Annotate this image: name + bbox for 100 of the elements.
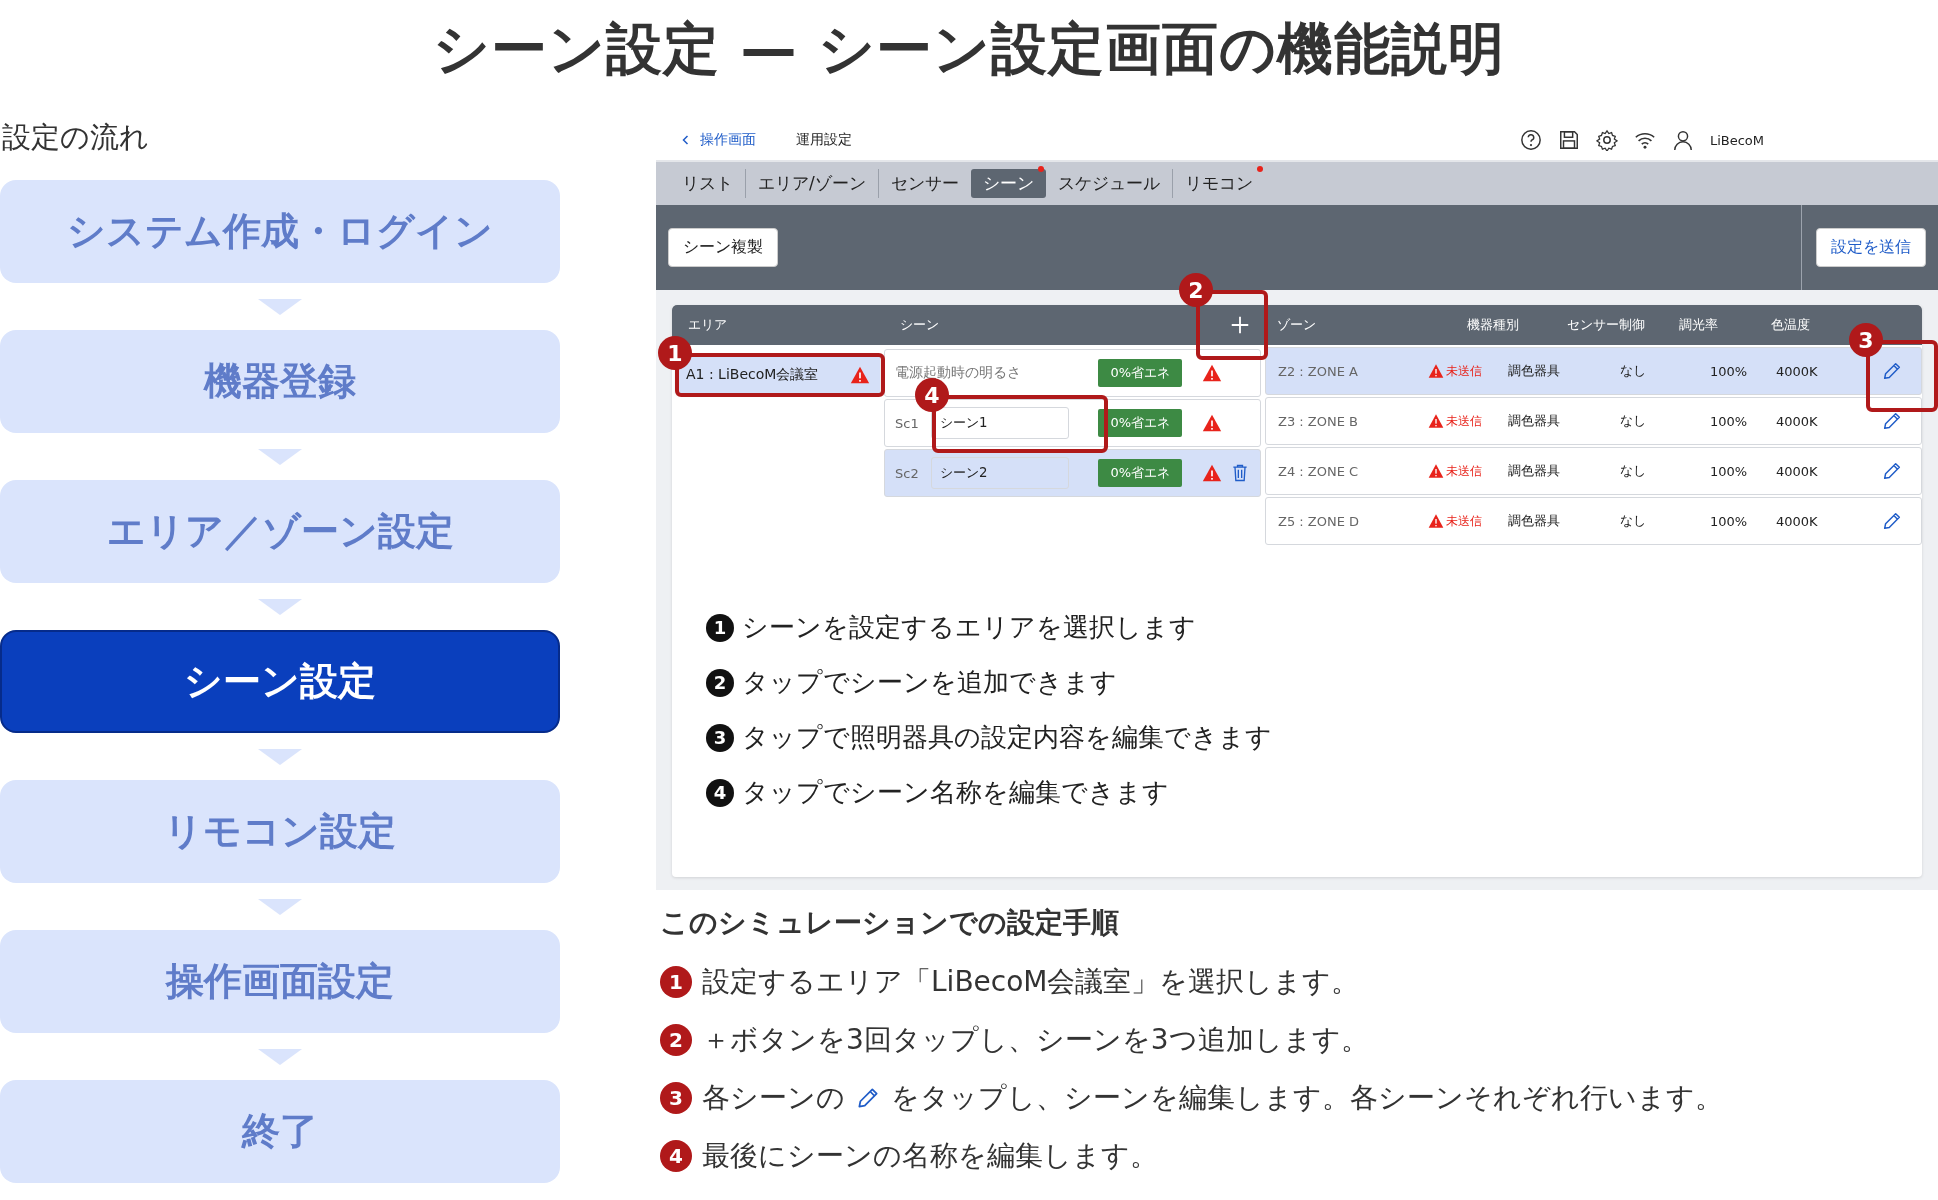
column-header: シーン (899, 316, 939, 334)
flow-step: 機器登録 (0, 330, 560, 433)
scene-row[interactable]: Sc2 シーン2 0%省エネ (884, 449, 1261, 497)
zone-row[interactable]: Z4 : ZONE C 未送信 調色器具 なし 100% 4000K (1265, 447, 1922, 495)
column-header: 調光率 (1678, 316, 1719, 334)
energy-badge: 0%省エネ (1098, 409, 1182, 437)
warning-icon (1428, 463, 1444, 479)
flow-step: エリア／ゾーン設定 (0, 480, 560, 583)
tab[interactable]: スケジュール (1045, 169, 1173, 198)
status-label: 未送信 (1446, 362, 1482, 380)
procedure-text: 各シーンの (702, 1080, 845, 1116)
tab[interactable]: リモコン (1172, 169, 1265, 198)
scene-name-field[interactable]: シーン2 (931, 457, 1069, 489)
procedure-text: ＋ボタンを3回タップし、シーンを3つ追加します。 (702, 1022, 1369, 1058)
back-link[interactable]: 操作画面 (680, 131, 756, 149)
column-header: 機器種別 (1466, 316, 1520, 334)
note-text: タップで照明器具の設定内容を編集できます (742, 721, 1272, 754)
down-arrow-icon (258, 598, 302, 615)
scene-id: Sc1 (895, 415, 920, 431)
flow-step: システム作成・ログイン (0, 180, 560, 283)
energy-badge: 0%省エネ (1098, 359, 1182, 387)
table-cell-text: 4000K (1776, 413, 1819, 429)
table-cell-text: なし (1620, 462, 1647, 480)
note-text: タップでシーン名称を編集できます (742, 776, 1169, 809)
table-cell-text: なし (1620, 512, 1647, 530)
down-arrow-icon (258, 898, 302, 915)
flow-step: シーン設定 (0, 630, 560, 733)
column-header: 色温度 (1770, 316, 1811, 334)
tab[interactable]: シーン (970, 169, 1046, 198)
note-text: タップでシーンを追加できます (742, 666, 1117, 699)
table-cell-text: 調色器具 (1508, 362, 1561, 380)
zone-name: Z5 : ZONE D (1278, 513, 1361, 529)
number-badge: 4 (706, 778, 734, 807)
table-cell-text: 4000K (1776, 363, 1819, 379)
procedure-text: 設定するエリア「LiBecoM会議室」を選択します。 (702, 964, 1360, 1000)
zone-name: Z2 : ZONE A (1278, 363, 1359, 379)
zone-name: Z3 : ZONE B (1278, 413, 1359, 429)
step-number: 4 (660, 1140, 692, 1172)
table-cell-text: 100% (1710, 363, 1749, 379)
edit-icon[interactable] (1881, 410, 1903, 432)
plus-icon[interactable] (1229, 314, 1251, 336)
table-cell-text: 調色器具 (1508, 462, 1561, 480)
note-text: シーンを設定するエリアを選択します (742, 611, 1196, 644)
zone-row[interactable]: Z3 : ZONE B 未送信 調色器具 なし 100% 4000K (1265, 397, 1922, 445)
edit-icon[interactable] (1881, 360, 1903, 382)
settings-icon[interactable] (1595, 129, 1618, 151)
table-cell-text: なし (1620, 362, 1647, 380)
duplicate-scene-button[interactable]: シーン複製 (668, 228, 778, 267)
step-number: 1 (660, 966, 692, 998)
table-cell-text: 4000K (1776, 513, 1819, 529)
step-number: 3 (660, 1082, 692, 1114)
column-header: ゾーン (1276, 316, 1317, 334)
warning-icon (1428, 513, 1444, 529)
user-icon[interactable] (1671, 129, 1694, 151)
warning-icon (1428, 413, 1444, 429)
zone-name: Z4 : ZONE C (1278, 463, 1360, 479)
column-header: エリア (687, 316, 728, 334)
down-arrow-icon (258, 298, 302, 315)
procedure-heading: このシミュレーションでの設定手順 (660, 905, 1120, 941)
number-badge: 2 (706, 668, 734, 697)
edit-icon[interactable] (1881, 460, 1903, 482)
flow-step: リモコン設定 (0, 780, 560, 883)
number-badge: 1 (706, 613, 734, 642)
warning-icon (1428, 363, 1444, 379)
step-number: 2 (660, 1024, 692, 1056)
screen-title: 運用設定 (796, 131, 852, 149)
tab[interactable]: センサー (878, 169, 971, 198)
status-label: 未送信 (1446, 462, 1482, 480)
column-header: センサー制御 (1566, 316, 1646, 334)
scene-name-field[interactable]: シーン1 (931, 407, 1069, 439)
flow-step: 操作画面設定 (0, 930, 560, 1033)
flow-step: 終了 (0, 1080, 560, 1183)
table-cell-text: 100% (1710, 463, 1749, 479)
table-cell-text: 調色器具 (1508, 512, 1561, 530)
tab[interactable]: エリア/ゾーン (746, 169, 879, 198)
help-icon[interactable] (1519, 129, 1542, 151)
table-cell-text: 調色器具 (1508, 412, 1561, 430)
status-label: 未送信 (1446, 512, 1482, 530)
trash-icon[interactable] (1230, 463, 1250, 483)
number-badge: 3 (706, 723, 734, 752)
edit-icon[interactable] (1881, 510, 1903, 532)
procedure-text: 最後にシーンの名称を編集します。 (702, 1138, 1158, 1174)
tab[interactable]: リスト (670, 169, 746, 198)
scene-id: Sc2 (895, 465, 920, 481)
down-arrow-icon (258, 1048, 302, 1065)
down-arrow-icon (258, 448, 302, 465)
energy-badge: 0%省エネ (1098, 459, 1182, 487)
zone-row[interactable]: Z5 : ZONE D 未送信 調色器具 なし 100% 4000K (1265, 497, 1922, 545)
send-settings-button[interactable]: 設定を送信 (1816, 228, 1926, 267)
table-cell-text: 100% (1710, 513, 1749, 529)
page-title: シーン設定 — シーン設定画面の機能説明 (433, 15, 1505, 83)
table-cell-text: なし (1620, 412, 1647, 430)
flow-heading: 設定の流れ (2, 119, 150, 156)
zone-row[interactable]: Z2 : ZONE A 未送信 調色器具 なし 100% 4000K (1265, 347, 1922, 395)
down-arrow-icon (258, 748, 302, 765)
table-cell-text: 100% (1710, 413, 1749, 429)
procedure-text: をタップし、シーンを編集します。各シーンそれぞれ行います。 (891, 1080, 1723, 1116)
status-label: 未送信 (1446, 412, 1482, 430)
user-name: LiBecoM (1709, 132, 1764, 148)
save-icon[interactable] (1557, 129, 1580, 151)
